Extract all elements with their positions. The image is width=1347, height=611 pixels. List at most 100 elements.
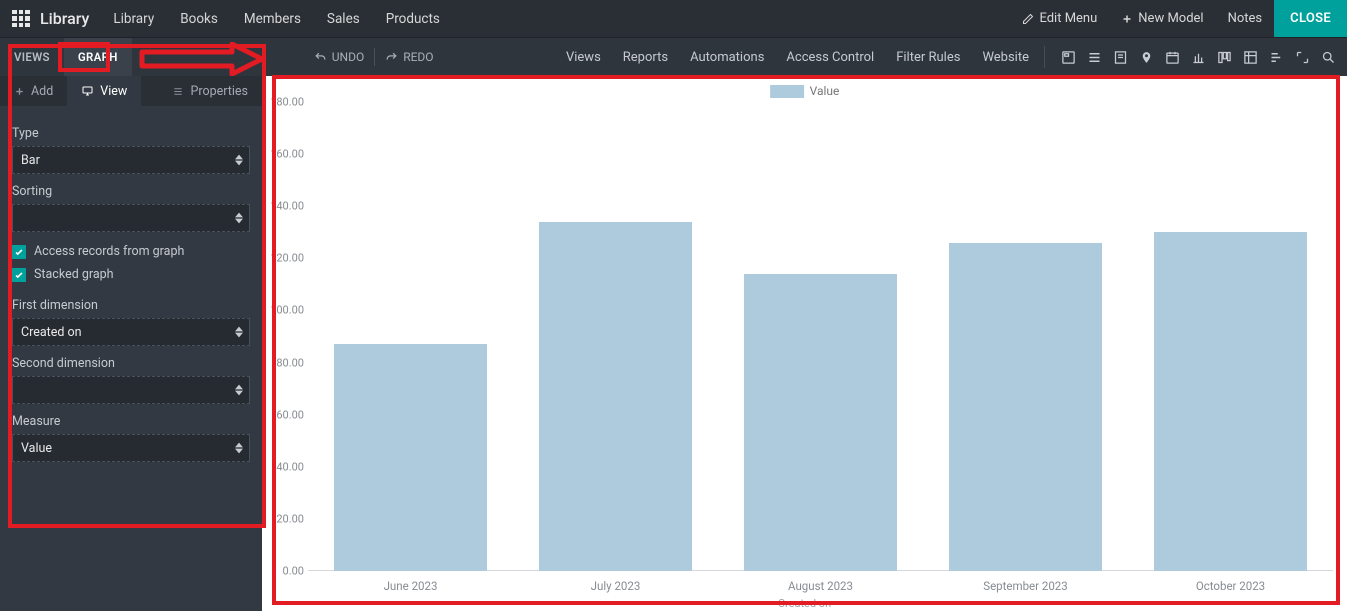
menu-books[interactable]: Books — [180, 11, 218, 27]
redo-button[interactable]: REDO — [375, 50, 443, 64]
type-value: Bar — [21, 153, 40, 168]
search-icon[interactable] — [1317, 46, 1339, 68]
plot-area: 0.0020.0040.0060.0080.00100.00120.00140.… — [308, 102, 1333, 571]
menu-library[interactable]: Library — [113, 11, 154, 27]
panel-tab-view-label: View — [100, 84, 127, 99]
map-view-icon[interactable] — [1135, 46, 1157, 68]
link-filter-rules[interactable]: Filter Rules — [885, 38, 971, 76]
y-tick-label: 140.00 — [262, 200, 304, 213]
panel-tab-view[interactable]: View — [67, 76, 141, 106]
y-tick-label: 40.00 — [262, 460, 304, 473]
stacked-graph-label: Stacked graph — [34, 267, 114, 282]
first-dimension-select[interactable]: Created on — [12, 318, 250, 346]
form-view-icon[interactable] — [1057, 46, 1079, 68]
panel-tab-properties[interactable]: Properties — [158, 76, 262, 106]
y-tick-label: 160.00 — [262, 148, 304, 161]
chart-bar[interactable] — [744, 274, 898, 571]
x-tick-label: September 2023 — [983, 579, 1068, 593]
graph-view-icon[interactable] — [1187, 46, 1209, 68]
pencil-icon — [1022, 13, 1034, 25]
plus-icon — [1121, 13, 1133, 25]
subtab-views[interactable]: VIEWS — [0, 38, 64, 76]
checkbox-checked-icon — [12, 245, 26, 259]
measure-select[interactable]: Value — [12, 434, 250, 462]
second-dimension-label: Second dimension — [12, 356, 250, 371]
close-label: CLOSE — [1290, 11, 1331, 26]
type-label: Type — [12, 126, 250, 141]
panel-tab-add[interactable]: Add — [0, 76, 67, 106]
view-config-form: Type Bar Sorting — [0, 106, 262, 466]
chart-bar[interactable] — [949, 243, 1103, 571]
undo-icon — [314, 51, 327, 64]
menu-sales[interactable]: Sales — [327, 11, 360, 27]
pivot-view-icon[interactable] — [1239, 46, 1261, 68]
legend-label: Value — [810, 84, 840, 98]
y-tick-label: 60.00 — [262, 408, 304, 421]
new-model-label: New Model — [1138, 11, 1203, 26]
kanban-view-icon[interactable] — [1213, 46, 1235, 68]
legend-swatch — [770, 85, 804, 98]
y-tick-label: 80.00 — [262, 356, 304, 369]
access-records-checkbox[interactable]: Access records from graph — [12, 244, 250, 259]
link-views[interactable]: Views — [555, 38, 612, 76]
select-chevrons-icon — [235, 155, 243, 166]
type-select[interactable]: Bar — [12, 146, 250, 174]
stacked-graph-checkbox[interactable]: Stacked graph — [12, 267, 250, 282]
subtab-graph[interactable]: GRAPH — [64, 38, 132, 76]
expand-icon[interactable] — [1291, 46, 1313, 68]
list-view-icon[interactable] — [1083, 46, 1105, 68]
apps-grid-icon[interactable] — [12, 10, 30, 28]
view-type-icons — [1049, 46, 1347, 68]
access-records-label: Access records from graph — [34, 244, 184, 259]
y-tick-label: 0.00 — [262, 565, 304, 578]
top-menubar: Library Library Books Members Sales Prod… — [0, 0, 1347, 38]
app-brand[interactable]: Library — [40, 9, 89, 28]
chart-legend: Value — [770, 84, 840, 98]
second-dimension-select[interactable] — [12, 376, 250, 404]
chart-bar[interactable] — [334, 344, 488, 571]
link-access-control[interactable]: Access Control — [775, 38, 885, 76]
redo-icon — [385, 51, 398, 64]
activity-view-icon[interactable] — [1109, 46, 1131, 68]
y-tick-label: 120.00 — [262, 252, 304, 265]
sorting-label: Sorting — [12, 184, 250, 199]
link-automations[interactable]: Automations — [679, 38, 775, 76]
x-tick-label: July 2023 — [591, 579, 641, 593]
x-tick-label: June 2023 — [384, 579, 438, 593]
select-chevrons-icon — [235, 385, 243, 396]
main-area: Add View Properties Type Bar — [0, 76, 1347, 611]
chart-canvas: Value 0.0020.0040.0060.0080.00100.00120.… — [262, 76, 1347, 611]
undo-redo-group: UNDO REDO — [304, 38, 444, 76]
sorting-select[interactable] — [12, 204, 250, 232]
secondrow-right: Views Reports Automations Access Control… — [555, 38, 1347, 76]
close-button[interactable]: CLOSE — [1274, 0, 1347, 37]
monitor-icon — [81, 85, 94, 97]
subtab-views-label: VIEWS — [14, 50, 50, 64]
plus-icon — [14, 86, 25, 97]
link-website[interactable]: Website — [971, 38, 1040, 76]
chart-bar[interactable] — [539, 222, 693, 571]
sidebar-panel-tabs: Add View Properties — [0, 76, 262, 106]
undo-button[interactable]: UNDO — [304, 50, 374, 64]
notes-label: Notes — [1228, 11, 1263, 26]
first-dimension-value: Created on — [21, 325, 82, 340]
secondary-toolbar: VIEWS GRAPH UNDO REDO Views Reports Auto… — [0, 38, 1347, 76]
y-tick-label: 180.00 — [262, 96, 304, 109]
x-tick-label: October 2023 — [1196, 579, 1265, 593]
x-axis-title: Created on — [778, 597, 831, 610]
select-chevrons-icon — [235, 213, 243, 224]
x-tick-label: August 2023 — [788, 579, 853, 593]
redo-label: REDO — [403, 50, 433, 64]
link-reports[interactable]: Reports — [612, 38, 679, 76]
menu-members[interactable]: Members — [244, 11, 301, 27]
first-dimension-label: First dimension — [12, 298, 250, 313]
subtab-graph-label: GRAPH — [78, 50, 118, 64]
chart-bar[interactable] — [1154, 232, 1308, 571]
studio-subtabs: VIEWS GRAPH — [0, 38, 132, 76]
menu-products[interactable]: Products — [386, 11, 440, 27]
new-model-button[interactable]: New Model — [1109, 0, 1215, 37]
calendar-view-icon[interactable] — [1161, 46, 1183, 68]
notes-button[interactable]: Notes — [1216, 0, 1275, 37]
gantt-view-icon[interactable] — [1265, 46, 1287, 68]
edit-menu-button[interactable]: Edit Menu — [1010, 0, 1109, 37]
